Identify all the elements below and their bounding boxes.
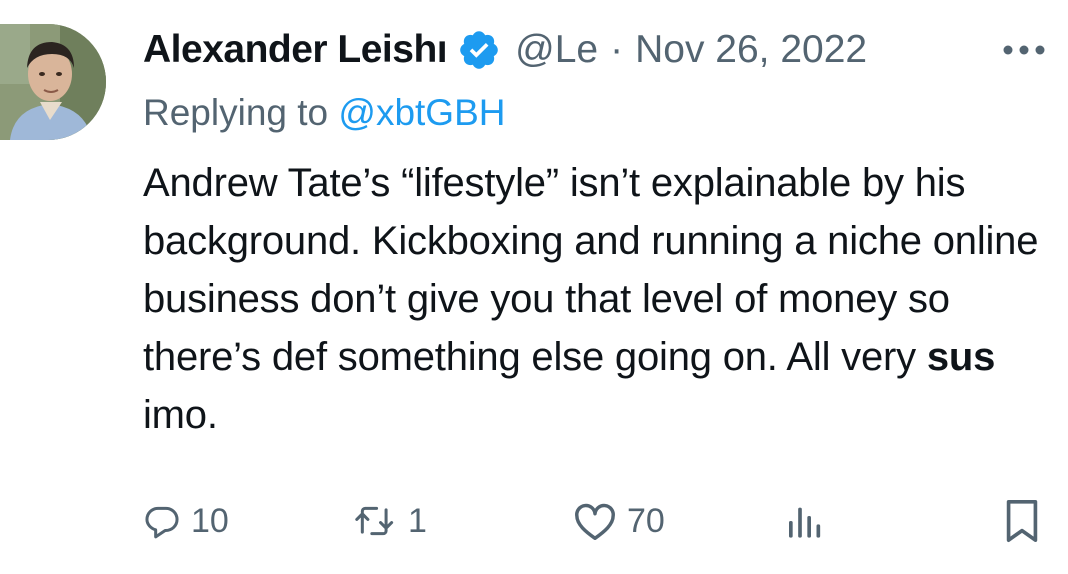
tweet-date[interactable]: Nov 26, 2022: [635, 28, 867, 72]
more-options-icon[interactable]: [1000, 32, 1048, 68]
tweet-text-bold: sus: [926, 335, 996, 379]
reply-count: 10: [191, 501, 229, 540]
author-handle[interactable]: @Le: [515, 28, 598, 72]
tweet-header: Alexander Leishı @Le · Nov 26, 2022: [143, 24, 867, 76]
heart-icon: [575, 503, 615, 540]
avatar[interactable]: [0, 24, 106, 140]
reply-icon: [145, 506, 179, 539]
views-button[interactable]: [784, 496, 824, 546]
tweet-text-end: imo.: [143, 393, 218, 437]
reply-mention-link[interactable]: @xbtGBH: [338, 92, 505, 133]
tweet-text: Andrew Tate’s “lifestyle” isn’t explaina…: [143, 154, 1063, 444]
tweet-text-main: Andrew Tate’s “lifestyle” isn’t explaina…: [143, 161, 1039, 379]
separator-dot: ·: [610, 28, 624, 71]
verified-badge-icon[interactable]: [457, 28, 501, 72]
bookmark-button[interactable]: [1002, 496, 1042, 546]
replying-to: Replying to @xbtGBH: [143, 92, 506, 134]
bookmark-icon: [1006, 500, 1038, 542]
like-button[interactable]: 70: [573, 496, 665, 546]
retweet-icon: [355, 506, 394, 536]
like-count: 70: [627, 501, 665, 540]
replying-to-label: Replying to: [143, 92, 339, 133]
retweet-count: 1: [408, 501, 427, 540]
author-name[interactable]: Alexander Leishı: [143, 28, 447, 72]
reply-button[interactable]: 10: [143, 496, 229, 546]
action-bar: 10 1 70: [0, 496, 1068, 546]
views-chart-icon: [789, 507, 821, 538]
retweet-button[interactable]: 1: [352, 496, 427, 546]
